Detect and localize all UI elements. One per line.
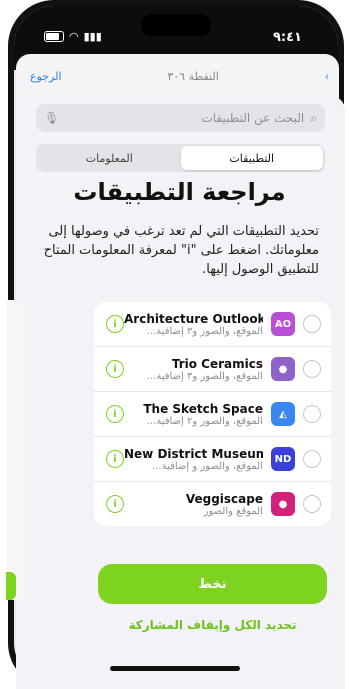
app-icon: AO bbox=[271, 312, 295, 336]
select-radio[interactable] bbox=[303, 450, 321, 468]
info-icon[interactable]: i bbox=[106, 405, 124, 423]
info-icon[interactable]: i bbox=[106, 315, 124, 333]
search-icon: ⌕ bbox=[310, 110, 317, 125]
app-name: Architecture Outlook bbox=[124, 311, 263, 326]
app-icon: ND bbox=[271, 447, 295, 471]
app-name: Trio Ceramics bbox=[171, 356, 263, 371]
info-icon[interactable]: i bbox=[106, 360, 124, 378]
search-bar[interactable]: ⌕ البحث عن التطبيقات 🎙 bbox=[36, 104, 325, 132]
background-back-link[interactable]: الرجوع bbox=[30, 70, 62, 83]
search-input[interactable]: البحث عن التطبيقات bbox=[201, 111, 304, 125]
status-icons: ◠ ▮▮▮ bbox=[44, 30, 102, 43]
app-name: New District Museum bbox=[124, 446, 263, 461]
home-indicator bbox=[109, 666, 240, 671]
skip-button[interactable]: تخط bbox=[98, 564, 327, 604]
app-name: Veggiscape bbox=[185, 491, 263, 506]
list-item[interactable]: ● Veggiscape الموقع والصور i bbox=[94, 482, 331, 526]
select-all-stop-sharing-button[interactable]: تحديد الكل وإيقاف المشاركة bbox=[98, 618, 327, 632]
app-detail: الموقع، والصور و٣ إضافية... bbox=[146, 370, 263, 382]
tab-info[interactable]: المعلومات bbox=[38, 146, 181, 170]
select-radio[interactable] bbox=[303, 360, 321, 378]
app-list: AO Architecture Outlook الموقع، والصور و… bbox=[94, 302, 331, 526]
app-icon: ◭ bbox=[271, 402, 295, 426]
list-item[interactable]: ND New District Museum الموقع، والصور و … bbox=[94, 437, 331, 482]
list-item[interactable]: ● Trio Ceramics الموقع، والصور و٣ إضافية… bbox=[94, 347, 331, 392]
background-button-edge bbox=[6, 572, 16, 600]
background-header: الرجوع النقطة ٣٠٦ ‹ bbox=[30, 70, 329, 83]
app-detail: الموقع، والصور و٢ إضافية... bbox=[146, 415, 263, 427]
app-name: The Sketch Space bbox=[143, 401, 263, 416]
select-radio[interactable] bbox=[303, 405, 321, 423]
app-detail: الموقع والصور bbox=[203, 505, 263, 517]
microphone-icon[interactable]: 🎙 bbox=[44, 111, 59, 125]
list-item[interactable]: ◭ The Sketch Space الموقع، والصور و٢ إضا… bbox=[94, 392, 331, 437]
list-item[interactable]: AO Architecture Outlook الموقع، والصور و… bbox=[94, 302, 331, 347]
page-description: تحديد التطبيقات التي لم تعد ترغب في وصول… bbox=[43, 224, 319, 277]
info-icon[interactable]: i bbox=[106, 495, 124, 513]
battery-icon bbox=[44, 31, 64, 42]
info-icon[interactable]: i bbox=[106, 450, 124, 468]
app-icon: ● bbox=[271, 492, 295, 516]
app-detail: الموقع، والصور و٣ إضافية... bbox=[146, 325, 263, 337]
app-detail: الموقع، والصور و إضافية... bbox=[152, 460, 263, 472]
status-time: ٩:٤١ bbox=[272, 30, 302, 45]
background-title: النقطة ٣٠٦ bbox=[167, 70, 219, 83]
app-icon: ● bbox=[271, 357, 295, 381]
tab-apps[interactable]: التطبيقات bbox=[180, 146, 323, 170]
segmented-control: التطبيقات المعلومات bbox=[36, 144, 325, 172]
page-title: مراجعة التطبيقات bbox=[73, 178, 286, 206]
background-panel bbox=[6, 300, 24, 600]
dynamic-island bbox=[141, 14, 211, 36]
signal-icon: ▮▮▮ bbox=[83, 30, 102, 43]
select-radio[interactable] bbox=[303, 495, 321, 513]
wifi-icon: ◠ bbox=[69, 30, 79, 43]
select-radio[interactable] bbox=[303, 315, 321, 333]
background-right-link[interactable]: ‹ bbox=[325, 70, 329, 83]
